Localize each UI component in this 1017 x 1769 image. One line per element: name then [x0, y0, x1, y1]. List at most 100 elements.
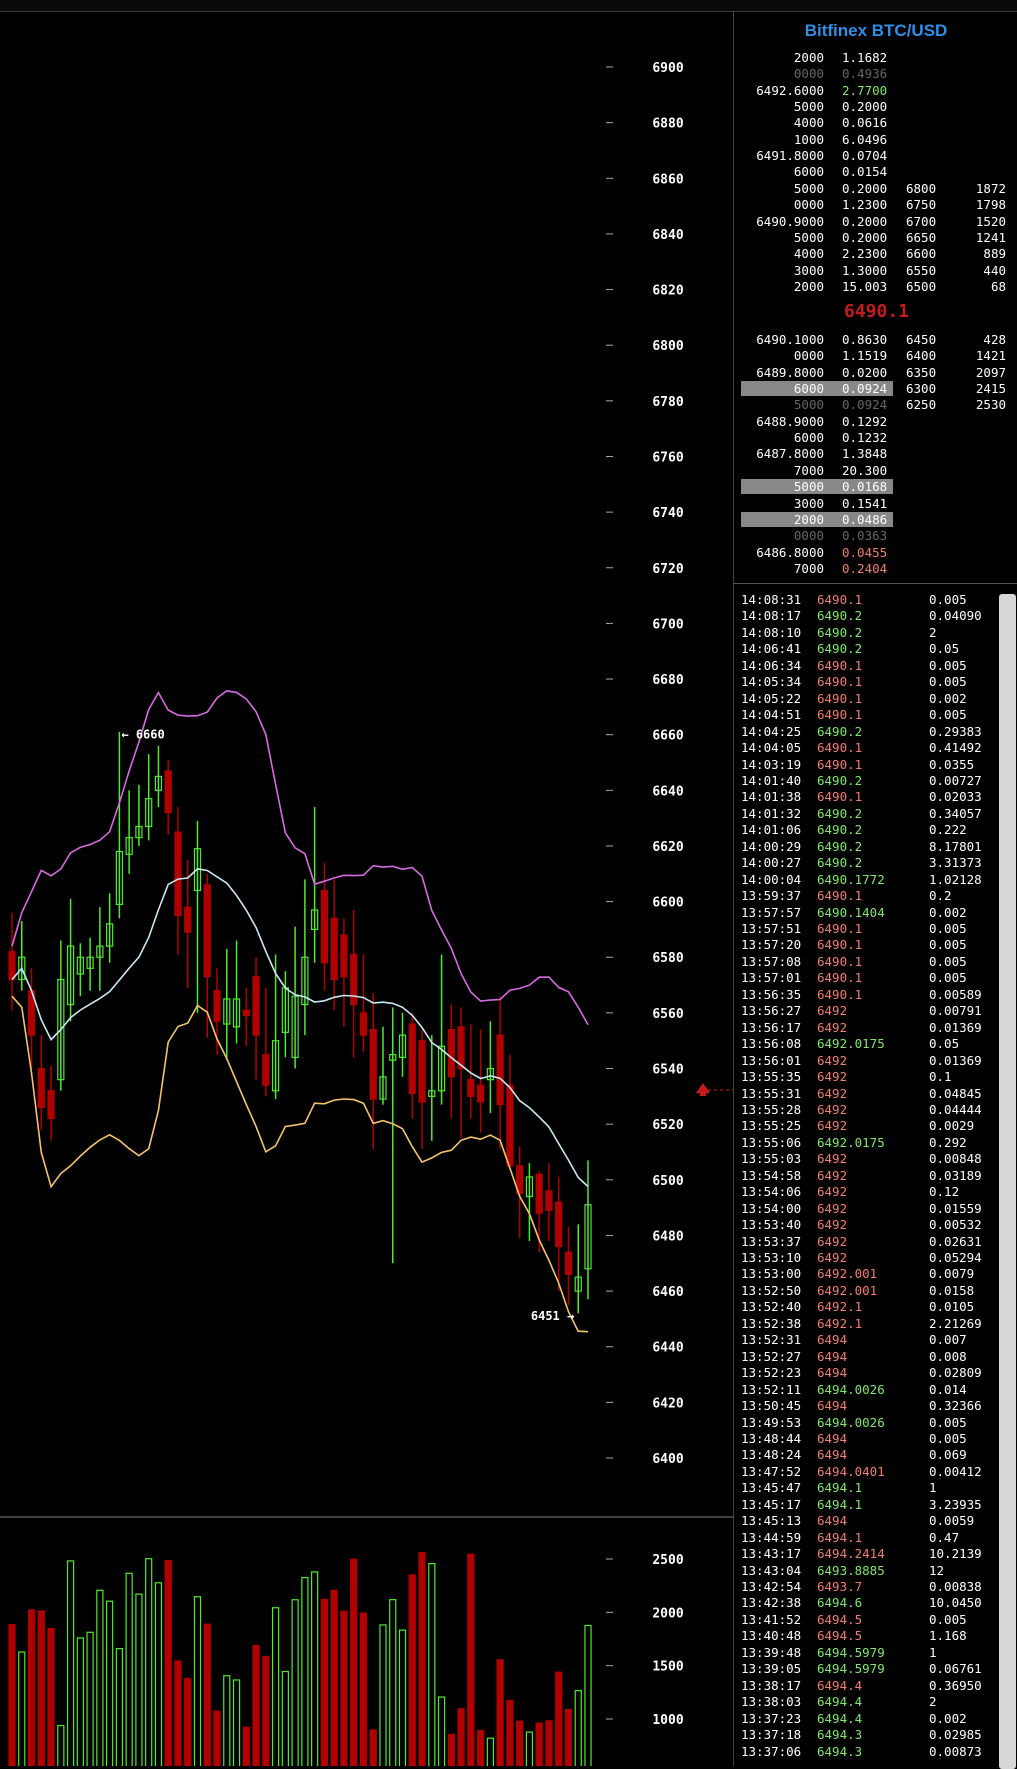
bids-row[interactable]: 6486.8000 0.0455 — [734, 545, 1017, 561]
trade-price: 6490.2 — [817, 772, 863, 788]
trade-amount: 0.005 — [929, 953, 967, 969]
book-amount: 20.300 — [842, 462, 888, 478]
volume-bar — [320, 1598, 329, 1766]
asks-row[interactable]: 4000 2.2300 6600 889 — [734, 246, 1017, 262]
price-tick-label: 6680 — [652, 673, 683, 688]
trade-time: 13:42:54 — [741, 1579, 802, 1594]
volume-layer: 2500 2000 1500 1000 — [8, 1552, 684, 1766]
bids-row[interactable]: 0000 1.1519 6400 1421 — [734, 348, 1017, 364]
moving-average-line — [11, 868, 589, 1188]
trade-time: 13:55:25 — [741, 1118, 802, 1134]
asks-row[interactable]: 0000 0.4936 — [734, 66, 1017, 82]
trade-time: 13:55:28 — [741, 1101, 802, 1117]
book-amount: 0.0455 — [842, 544, 888, 560]
trade-amount: 0.00848 — [929, 1151, 982, 1167]
price-tick-label: 6620 — [652, 840, 683, 855]
trade-price: 6490.1 — [817, 953, 863, 969]
volume-bar — [76, 1637, 84, 1766]
asks-row[interactable]: 6492.6000 2.7700 — [734, 83, 1017, 99]
asks-row[interactable]: 2000 1.1682 — [734, 50, 1017, 66]
bids-row[interactable]: 6487.8000 1.3848 — [734, 446, 1017, 462]
asks-row[interactable]: 4000 0.0616 — [734, 115, 1017, 131]
bids-row[interactable]: 0000 0.0363 — [734, 528, 1017, 544]
asks-row[interactable]: 6490.9000 0.2000 6700 1520 — [734, 214, 1017, 230]
trade-price: 6490.2 — [817, 723, 863, 739]
trade-time: 13:52:50 — [741, 1282, 802, 1298]
bids-row[interactable]: 7000 0.2404 — [734, 561, 1017, 577]
trade-price: 6494.4 — [817, 1677, 863, 1693]
asks-row[interactable]: 2000 15.003 6500 68 — [734, 279, 1017, 295]
asks-row[interactable]: 6000 0.0154 — [734, 164, 1017, 180]
trade-price: 6494.0026 — [817, 1381, 885, 1397]
price-tick-label: 6480 — [652, 1229, 683, 1244]
volume-bar — [398, 1629, 407, 1766]
trade-time: 13:45:13 — [741, 1513, 802, 1529]
depth-qty: 2097 — [975, 364, 1006, 380]
trade-amount: 0.05 — [929, 641, 960, 657]
depth-qty: 68 — [990, 278, 1006, 294]
candle-body — [457, 1026, 465, 1070]
bids-row[interactable]: 6490.1000 0.8630 6450 428 — [734, 332, 1017, 348]
trade-amount: 0.005 — [929, 1430, 967, 1446]
trade-price: 6494.4 — [817, 1694, 863, 1710]
candle-body — [496, 1034, 504, 1106]
bids-row[interactable]: 6488.9000 0.1292 — [734, 414, 1017, 430]
trade-amount: 0.00412 — [929, 1463, 982, 1479]
volume-bar — [574, 1690, 582, 1766]
trade-price: 6494.5979 — [817, 1644, 885, 1660]
bids-row[interactable]: 3000 0.1541 — [734, 496, 1017, 512]
trade-time: 13:40:48 — [741, 1628, 802, 1644]
book-price: 6488.9000 — [756, 413, 824, 429]
trade-amount: 0.01369 — [929, 1019, 982, 1035]
trade-price: 6492 — [817, 1233, 848, 1249]
asks-row[interactable]: 0000 1.2300 6750 1798 — [734, 197, 1017, 213]
trade-time: 13:45:47 — [741, 1480, 802, 1496]
trade-price: 6494.3 — [817, 1743, 863, 1759]
bids-row[interactable]: 7000 20.300 — [734, 463, 1017, 479]
volume-bar — [37, 1610, 45, 1766]
trade-time: 14:03:19 — [741, 756, 802, 772]
trade-price: 6490.2 — [817, 822, 863, 838]
trade-time: 13:57:57 — [741, 904, 802, 920]
trade-time: 13:56:27 — [741, 1003, 802, 1019]
trade-amount: 0.005 — [929, 657, 967, 673]
trade-time: 13:39:05 — [741, 1661, 802, 1677]
book-price: 5000 — [793, 229, 824, 245]
bids-row[interactable]: 6000 0.1232 — [734, 430, 1017, 446]
bids-row[interactable]: 5000 0.0168 — [734, 479, 1017, 495]
trades-scrollbar[interactable] — [999, 594, 1016, 1769]
candle-body — [535, 1173, 543, 1214]
asks-row[interactable]: 3000 1.3000 6550 440 — [734, 263, 1017, 279]
trade-amount: 0.01559 — [929, 1200, 982, 1216]
asks-row[interactable]: 6491.8000 0.0704 — [734, 148, 1017, 164]
trade-price: 6494.0401 — [817, 1463, 885, 1479]
volume-bar — [213, 1710, 221, 1766]
depth-price: 6500 — [906, 278, 937, 294]
volume-bar — [555, 1671, 563, 1766]
volume-tick-label: 2000 — [652, 1606, 683, 1621]
bids-row[interactable]: 6489.8000 0.0200 6350 2097 — [734, 365, 1017, 381]
asks-row[interactable]: 1000 6.0496 — [734, 132, 1017, 148]
book-price: 6491.8000 — [756, 148, 824, 164]
book-amount: 0.2000 — [842, 99, 888, 115]
asks-row[interactable]: 5000 0.2000 — [734, 99, 1017, 115]
trade-time: 13:41:52 — [741, 1611, 802, 1627]
asks-row[interactable]: 5000 0.2000 6650 1241 — [734, 230, 1017, 246]
trade-price: 6490.2 — [817, 805, 863, 821]
bids-row[interactable]: 2000 0.0486 — [734, 511, 1017, 528]
trade-time: 13:52:11 — [741, 1381, 802, 1397]
asks-row[interactable]: 5000 0.2000 6800 1872 — [734, 181, 1017, 197]
price-tick-label: 6780 — [652, 395, 683, 410]
trade-time: 13:47:52 — [741, 1463, 802, 1479]
trade-amount: 0.005 — [929, 707, 967, 723]
book-amount: 1.1682 — [842, 50, 888, 65]
trade-time: 13:59:37 — [741, 888, 802, 904]
bids-row[interactable]: 6000 0.0924 6300 2415 — [734, 381, 1017, 397]
book-amount: 0.4936 — [842, 66, 888, 82]
trade-amount: 0.005 — [929, 1414, 967, 1430]
bids-row[interactable]: 5000 0.0924 6250 2530 — [734, 397, 1017, 413]
trade-amount: 0.008 — [929, 1348, 967, 1364]
price-tick-label: 6820 — [652, 284, 683, 299]
volume-bar — [203, 1623, 211, 1766]
alert-bell-icon[interactable] — [696, 1083, 710, 1096]
